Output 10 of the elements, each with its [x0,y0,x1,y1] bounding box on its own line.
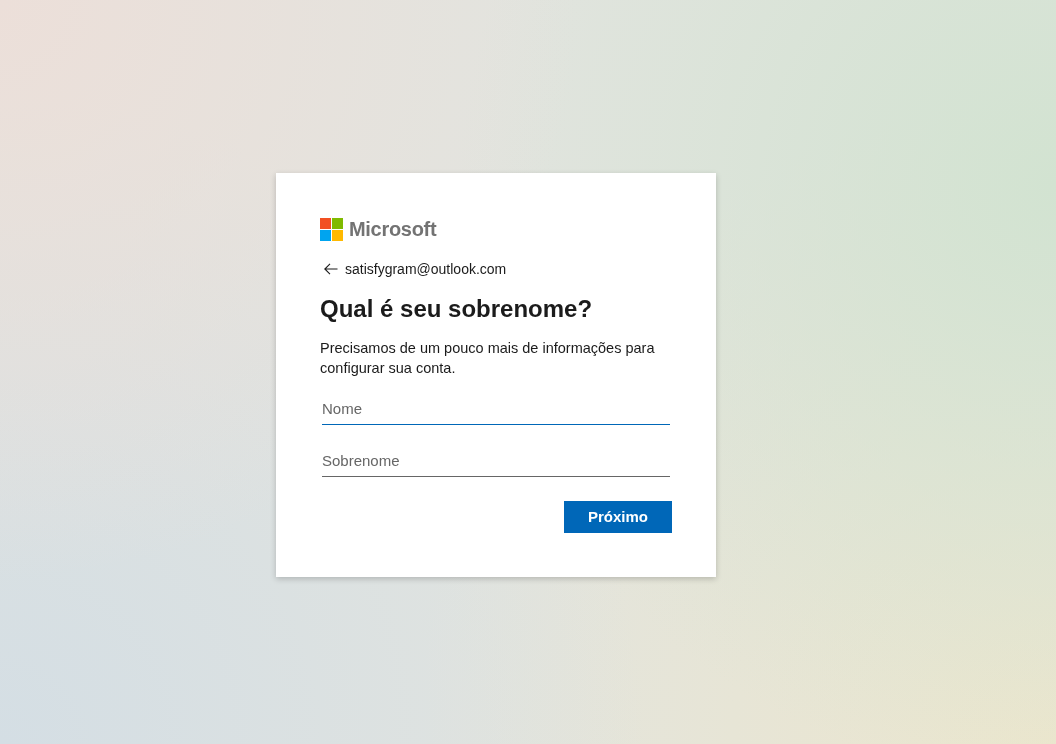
description-text: Precisamos de um pouco mais de informações para configurar sua conta. [320,339,656,378]
arrow-left-icon [324,263,338,275]
next-button[interactable]: Próximo [564,501,672,533]
back-button[interactable] [324,262,338,276]
input-field[interactable]: Sobrenome [322,445,670,477]
account-email: satisfygram@outlook.com [345,260,507,279]
brand-name: Microsoft [349,217,437,241]
four-squares-logo-icon [320,217,343,241]
page-title: Qual é seu sobrenome? [320,295,594,323]
input-field[interactable]: Nome [322,393,670,425]
